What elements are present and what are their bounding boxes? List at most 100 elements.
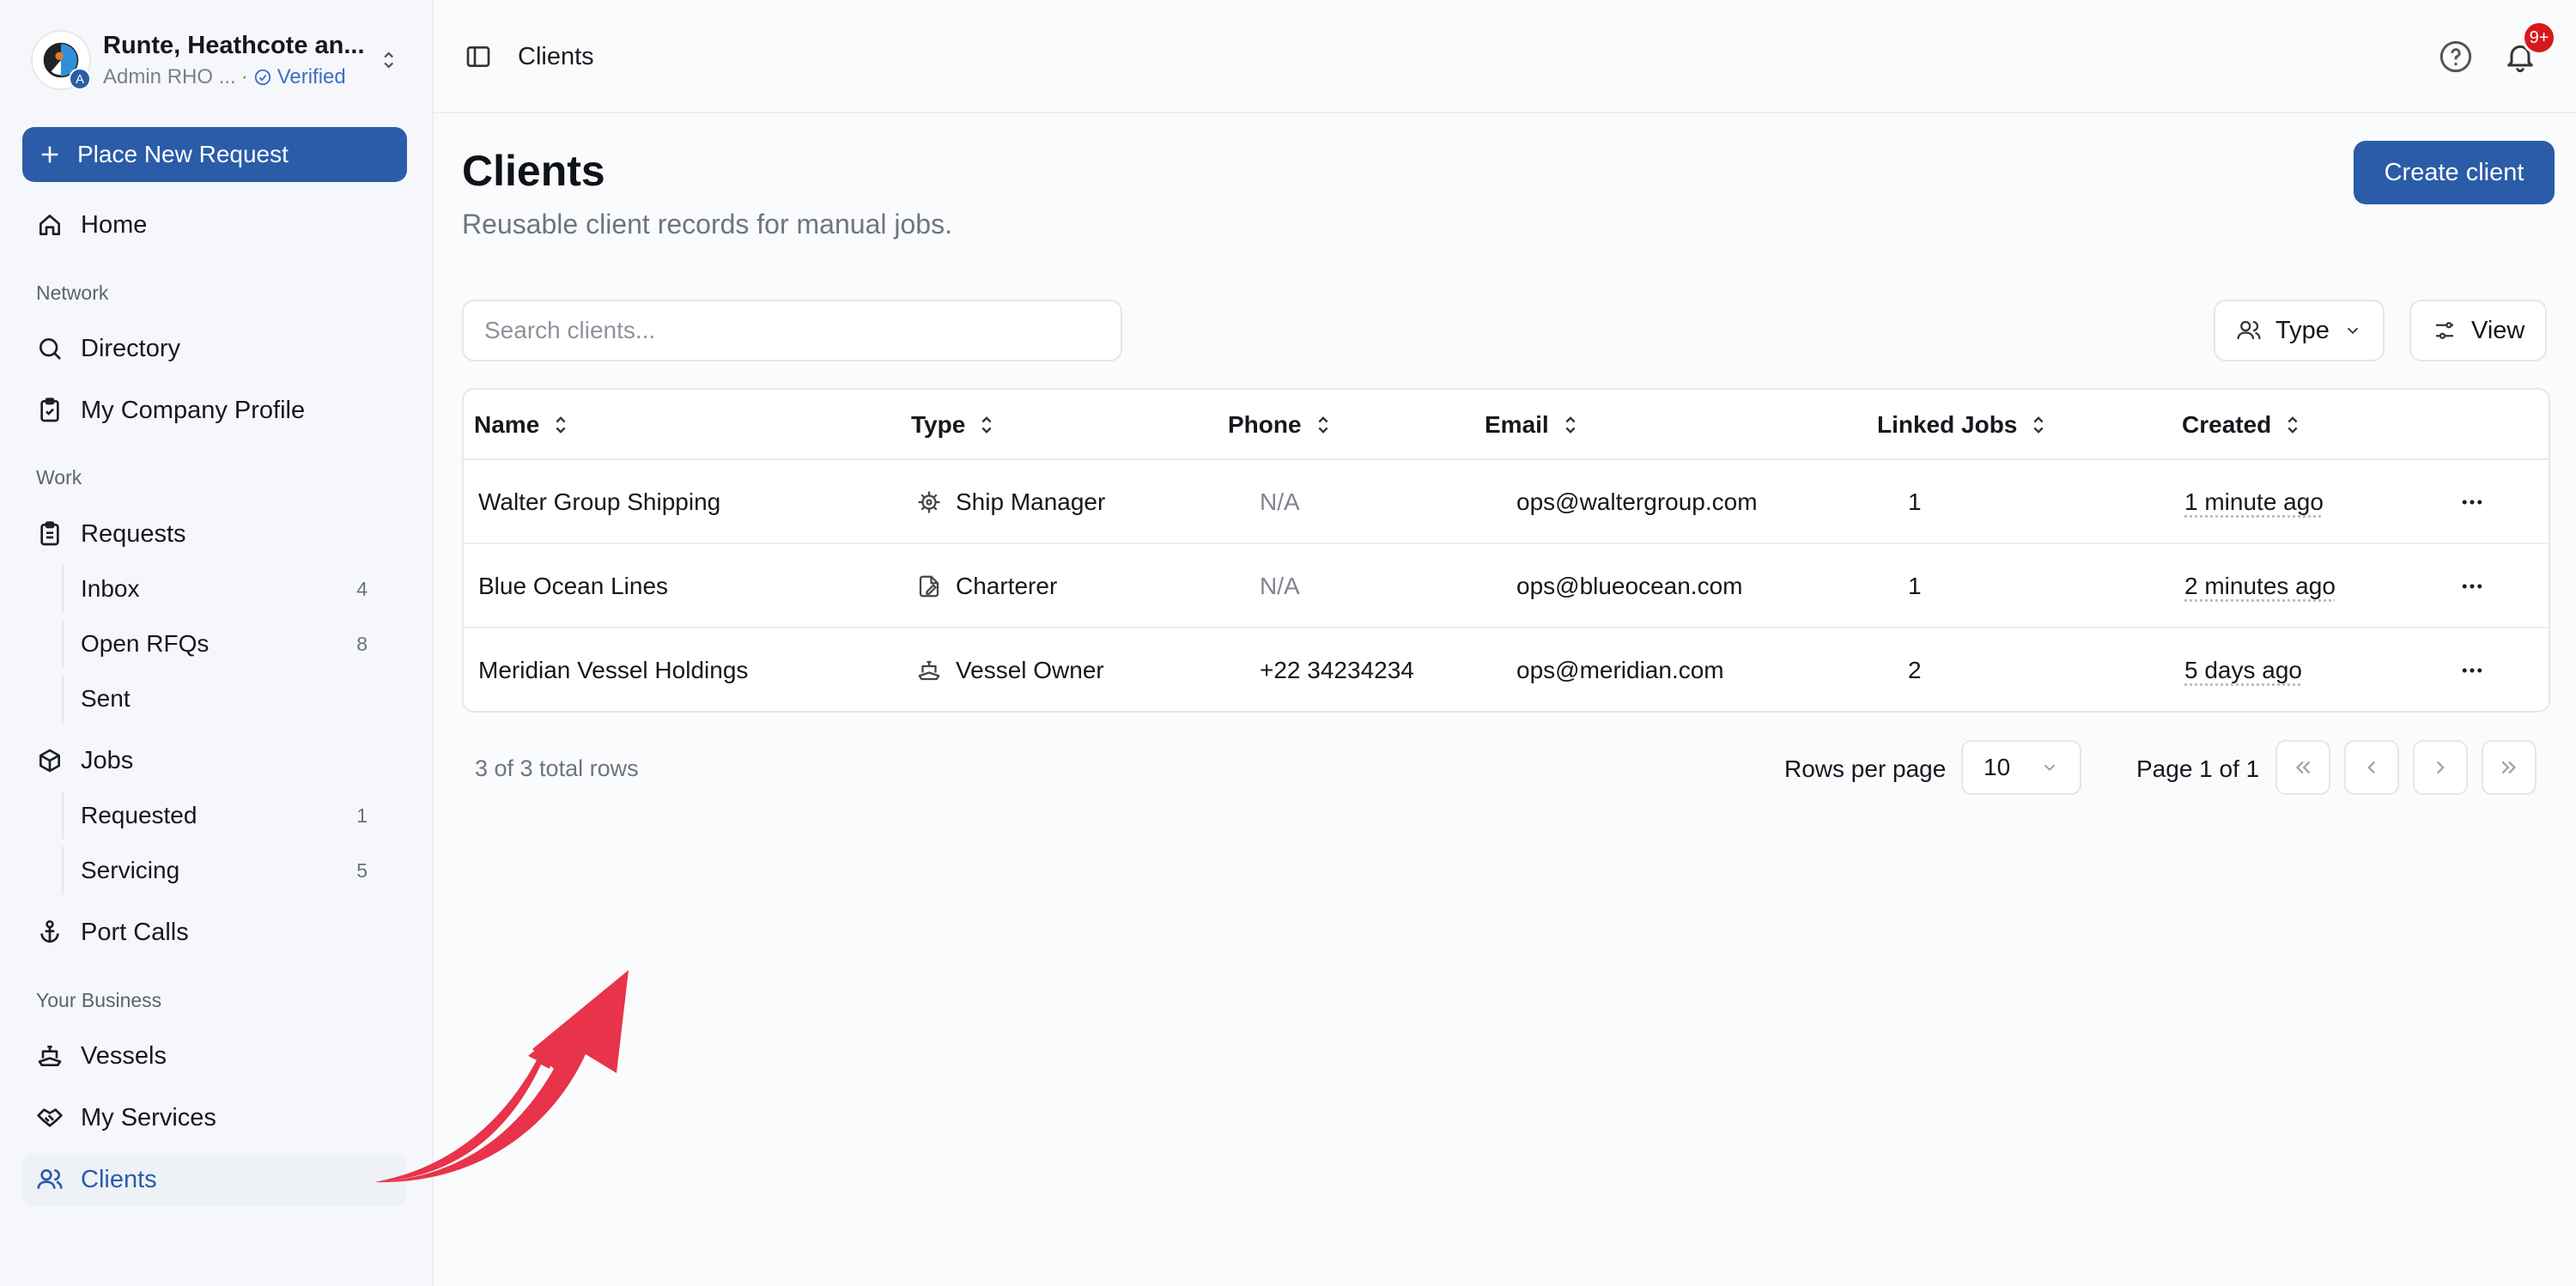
verified-badge: Verified [253,65,346,89]
column-header-linked-jobs[interactable]: Linked Jobs [1877,390,2048,460]
sidebar-subitem-count: 5 [356,858,368,882]
last-page-button[interactable] [2482,740,2537,795]
sidebar-subitem-count: 4 [356,577,368,600]
org-avatar: A [31,30,91,90]
next-page-button[interactable] [2413,740,2468,795]
help-icon[interactable] [2439,39,2473,74]
type-filter-button[interactable]: Type [2214,300,2385,361]
sidebar-subitem-count: 1 [356,804,368,827]
cell-type-label: Charterer [956,573,1058,599]
column-header-label: Linked Jobs [1877,411,2018,438]
org-avatar-badge: A [69,68,91,90]
cell-linked-jobs: 2 [1908,657,1922,683]
chevron-down-icon [2044,764,2056,772]
ship-wheel-icon [918,491,940,513]
sort-icon [2287,416,2298,434]
sidebar-item-home[interactable]: Home [22,198,407,252]
plus-icon [41,146,58,163]
cell-phone: N/A [1260,573,1300,599]
column-header-name[interactable]: Name [474,390,570,460]
cell-created: 2 minutes ago [2184,573,2336,599]
sidebar-item-directory[interactable]: Directory [22,322,407,375]
first-page-button[interactable] [2275,740,2330,795]
sidebar-subitem-label: Inbox [81,575,140,602]
sidebar-subitem-label: Servicing [81,857,180,883]
column-header-label: Phone [1228,411,1302,438]
sidebar-item-sent[interactable]: Sent [62,675,368,723]
sidebar-subitem-label: Requested [81,802,197,828]
org-name: Runte, Heathcote an... [103,31,365,59]
table-header: Name Type Phone Email Linked Jobs Create… [464,390,2549,460]
sidebar-item-vessels[interactable]: Vessels [22,1029,407,1083]
cell-name: Meridian Vessel Holdings [478,657,749,683]
rows-per-page-value: 10 [1984,754,2011,780]
cell-type: Vessel Owner [916,628,1104,711]
table-row[interactable]: Meridian Vessel Holdings Vessel Owner +2… [464,628,2549,711]
sort-icon [2033,416,2044,434]
sort-icon [1318,416,1328,434]
page-title: Clients [462,147,605,195]
create-client-button[interactable]: Create client [2354,141,2555,204]
handshake-icon [37,1108,63,1127]
cell-linked-jobs: 1 [1908,488,1922,515]
rows-per-page-label: Rows per page [1784,755,1947,782]
cell-name: Walter Group Shipping [478,488,721,515]
column-header-label: Type [911,411,966,438]
sidebar-item-open-rfqs[interactable]: Open RFQs 8 [62,620,368,668]
place-new-request-label: Place New Request [77,141,289,167]
ship-icon [918,660,940,681]
more-icon[interactable] [2458,658,2487,683]
notification-badge: 9+ [2522,21,2556,55]
type-filter-label: Type [2275,316,2330,344]
column-header-label: Created [2182,411,2272,438]
chevron-up-down-icon [383,52,393,69]
breadcrumb: Clients [518,43,594,70]
cell-phone: +22 34234234 [1260,657,1414,683]
sidebar-item-clients[interactable]: Clients [22,1153,407,1206]
org-switcher[interactable]: A Runte, Heathcote an... Admin RHO ... ·… [31,27,400,93]
sidebar-item-inbox[interactable]: Inbox 4 [62,565,368,613]
clipboard-check-icon [40,397,59,422]
column-header-created[interactable]: Created [2182,390,2302,460]
more-icon[interactable] [2458,489,2487,515]
more-icon[interactable] [2458,573,2487,599]
sidebar-item-company-profile[interactable]: My Company Profile [22,384,407,437]
users-icon [2237,320,2261,340]
column-header-label: Email [1485,411,1549,438]
sidebar-item-label: Requests [81,519,186,548]
sidebar-section-network: Network [36,282,109,304]
cell-email: ops@blueocean.com [1516,573,1743,599]
view-label: View [2471,316,2525,344]
table-row[interactable]: Blue Ocean Lines Charterer N/A ops@blueo… [464,544,2549,628]
chevron-down-icon [2347,327,2359,335]
cell-phone: N/A [1260,488,1300,515]
main-content: Clients 9+ Clients Reusable client recor… [434,0,2576,1286]
column-header-phone[interactable]: Phone [1228,390,1333,460]
column-header-email[interactable]: Email [1485,390,1580,460]
sidebar-item-requests[interactable]: Requests [22,507,407,561]
sidebar-item-port-calls[interactable]: Port Calls [22,906,407,959]
sidebar-item-my-services[interactable]: My Services [22,1091,407,1144]
view-button[interactable]: View [2409,300,2548,361]
chevron-right-icon [2436,761,2445,774]
table-row[interactable]: Walter Group Shipping Ship Manager N/A o… [464,460,2549,544]
column-header-type[interactable]: Type [911,390,996,460]
sliders-icon [2436,322,2453,339]
rows-per-page-select[interactable]: 10 [1961,740,2081,795]
verified-label: Verified [276,64,346,88]
users-icon [37,1169,63,1189]
sidebar-toggle-icon[interactable] [465,43,492,70]
chevrons-right-icon [2501,761,2517,774]
sidebar-item-servicing[interactable]: Servicing 5 [62,846,368,895]
topbar: Clients 9+ [434,0,2576,113]
sidebar-item-requested[interactable]: Requested 1 [62,792,368,840]
search-input[interactable] [462,300,1122,361]
cell-created: 1 minute ago [2184,488,2324,515]
sidebar-item-label: Jobs [81,746,134,774]
sidebar-item-jobs[interactable]: Jobs [22,734,407,787]
cell-linked-jobs: 1 [1908,573,1922,599]
sidebar-subitem-count: 8 [356,632,368,655]
sidebar-section-business: Your Business [36,989,162,1011]
place-new-request-button[interactable]: Place New Request [22,127,407,182]
previous-page-button[interactable] [2344,740,2399,795]
